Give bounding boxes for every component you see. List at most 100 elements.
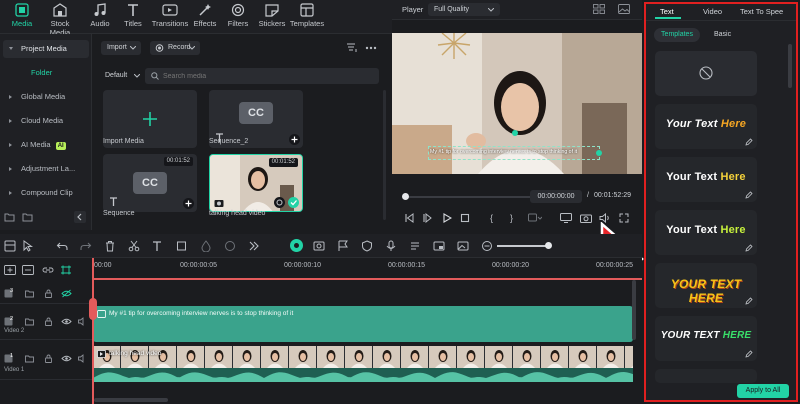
zoom-slider-track[interactable]	[497, 245, 549, 247]
panel-scrollbar[interactable]	[788, 44, 792, 88]
playback-progress-track[interactable]	[405, 196, 533, 198]
filter-icon[interactable]	[346, 43, 358, 53]
select-tool-icon[interactable]	[22, 240, 34, 252]
tab-stock-media[interactable]: Stock Media	[40, 3, 80, 37]
edit-icon[interactable]	[745, 350, 753, 358]
split-scissors-icon[interactable]	[128, 240, 140, 252]
more-tools-icon[interactable]	[248, 240, 260, 252]
playback-scrubber[interactable]	[402, 193, 409, 200]
stop-icon[interactable]	[460, 213, 470, 223]
tab-transitions[interactable]: Transitions	[150, 3, 190, 33]
work-area-bar[interactable]	[92, 278, 642, 280]
video-preview[interactable]: My #1 tip for overcoming interview nerve…	[392, 33, 642, 174]
undo-icon[interactable]	[56, 240, 68, 252]
play-reverse-icon[interactable]	[422, 213, 432, 223]
mark-in-icon[interactable]: {	[490, 213, 493, 223]
folder-icon[interactable]	[25, 354, 34, 363]
playhead[interactable]	[92, 258, 94, 404]
crop-icon[interactable]	[176, 240, 188, 252]
tab-text[interactable]: Text	[660, 7, 674, 16]
speed-icon[interactable]	[224, 240, 236, 252]
timeline-ruler[interactable]: 00:00 00:00:00:05 00:00:00:10 00:00:00:1…	[92, 258, 642, 280]
sidebar-item-project-media[interactable]: Project Media	[3, 40, 89, 58]
play-icon[interactable]	[442, 213, 452, 223]
tab-titles[interactable]: Titles	[113, 3, 153, 33]
sort-dropdown[interactable]: Default	[101, 69, 143, 83]
audio-track-icon[interactable]	[409, 240, 421, 252]
text-tool-icon[interactable]	[152, 240, 164, 252]
previous-frame-icon[interactable]	[404, 213, 414, 223]
template-none[interactable]	[655, 51, 757, 96]
track-manager-icon[interactable]	[22, 265, 34, 275]
template-item[interactable]	[655, 369, 757, 383]
media-item-sequence[interactable]: 00:01:52 CC	[103, 154, 197, 212]
current-time-field[interactable]: 00:00:00:00	[530, 190, 582, 203]
new-folder-icon[interactable]	[4, 212, 15, 222]
lock-icon[interactable]	[44, 317, 53, 326]
settings-badge[interactable]	[274, 197, 285, 208]
tab-media[interactable]: Media	[2, 3, 42, 33]
shield-icon[interactable]	[361, 240, 373, 252]
template-item[interactable]: YOUR TEXT HERE	[655, 316, 757, 361]
color-icon[interactable]	[200, 240, 212, 252]
zoom-out-icon[interactable]	[481, 240, 493, 252]
grid-view-icon[interactable]	[593, 4, 605, 14]
tab-text-to-speech[interactable]: Text To Spee	[740, 7, 796, 16]
add-track-icon[interactable]	[4, 265, 16, 275]
add-to-timeline-button[interactable]	[183, 198, 194, 209]
magnet-snap-icon[interactable]	[60, 265, 72, 275]
microphone-icon[interactable]	[385, 240, 397, 252]
sidebar-item-global-media[interactable]: Global Media	[3, 88, 89, 106]
eye-icon[interactable]	[61, 354, 72, 363]
ai-tool-button[interactable]	[290, 239, 303, 252]
edit-icon[interactable]	[745, 297, 753, 305]
timeline-horizontal-scrollbar[interactable]	[94, 398, 168, 402]
sidebar-item-ai-media[interactable]: AI Media AI	[3, 136, 89, 154]
edit-icon[interactable]	[745, 244, 753, 252]
pip-icon[interactable]	[433, 240, 445, 252]
link-icon[interactable]	[42, 265, 54, 275]
layout-icon[interactable]	[4, 240, 16, 252]
template-item[interactable]: Your Text Here	[655, 104, 757, 149]
playhead-handle[interactable]	[89, 298, 97, 320]
volume-icon[interactable]	[78, 354, 88, 363]
record-dropdown[interactable]: Record	[150, 41, 200, 55]
snapshot-image-icon[interactable]	[618, 4, 630, 14]
folder-icon[interactable]	[25, 289, 34, 298]
mark-out-icon[interactable]: }	[510, 213, 513, 223]
sidebar-item-adjustment-layer[interactable]: Adjustment La...	[3, 160, 89, 178]
edit-icon[interactable]	[745, 138, 753, 146]
sidebar-item-cloud-media[interactable]: Cloud Media	[3, 112, 89, 130]
eye-hidden-icon[interactable]	[61, 289, 72, 298]
caption-handle[interactable]	[596, 150, 602, 156]
search-input[interactable]	[163, 70, 363, 82]
folder-icon[interactable]	[25, 317, 34, 326]
delete-icon[interactable]	[104, 240, 116, 252]
template-item[interactable]: Your Text Here	[655, 157, 757, 202]
subtab-basic[interactable]: Basic	[714, 31, 731, 38]
image-icon[interactable]	[457, 240, 469, 252]
more-options-icon[interactable]	[365, 43, 377, 53]
template-item[interactable]: YOUR TEXT HERE	[655, 263, 757, 308]
folder-icon[interactable]	[22, 212, 33, 222]
collapse-sidebar-button[interactable]	[74, 211, 86, 223]
template-item[interactable]: Your Text Here	[655, 210, 757, 255]
render-icon[interactable]	[313, 240, 325, 252]
zoom-slider-handle[interactable]	[545, 242, 552, 249]
timeline-scrollbar[interactable]	[632, 280, 636, 340]
subtab-templates[interactable]: Templates	[654, 28, 700, 42]
apply-to-all-button[interactable]: Apply to All	[737, 384, 789, 398]
marker-icon[interactable]	[337, 240, 349, 252]
sidebar-item-compound-clip[interactable]: Compound Clip	[3, 184, 89, 202]
caption-selection-box[interactable]	[428, 146, 600, 160]
marker-dropdown-icon[interactable]	[528, 213, 542, 223]
media-item-talking-head-video[interactable]: 00:01:52	[209, 154, 303, 212]
sidebar-item-folder[interactable]: Folder	[3, 64, 89, 82]
audio-waveform[interactable]	[93, 368, 633, 382]
lock-icon[interactable]	[44, 289, 53, 298]
tab-video[interactable]: Video	[703, 7, 722, 16]
media-scrollbar[interactable]	[383, 90, 386, 220]
volume-icon[interactable]	[78, 317, 88, 326]
tab-stickers[interactable]: Stickers	[252, 3, 292, 33]
import-dropdown[interactable]: Import	[101, 41, 141, 55]
